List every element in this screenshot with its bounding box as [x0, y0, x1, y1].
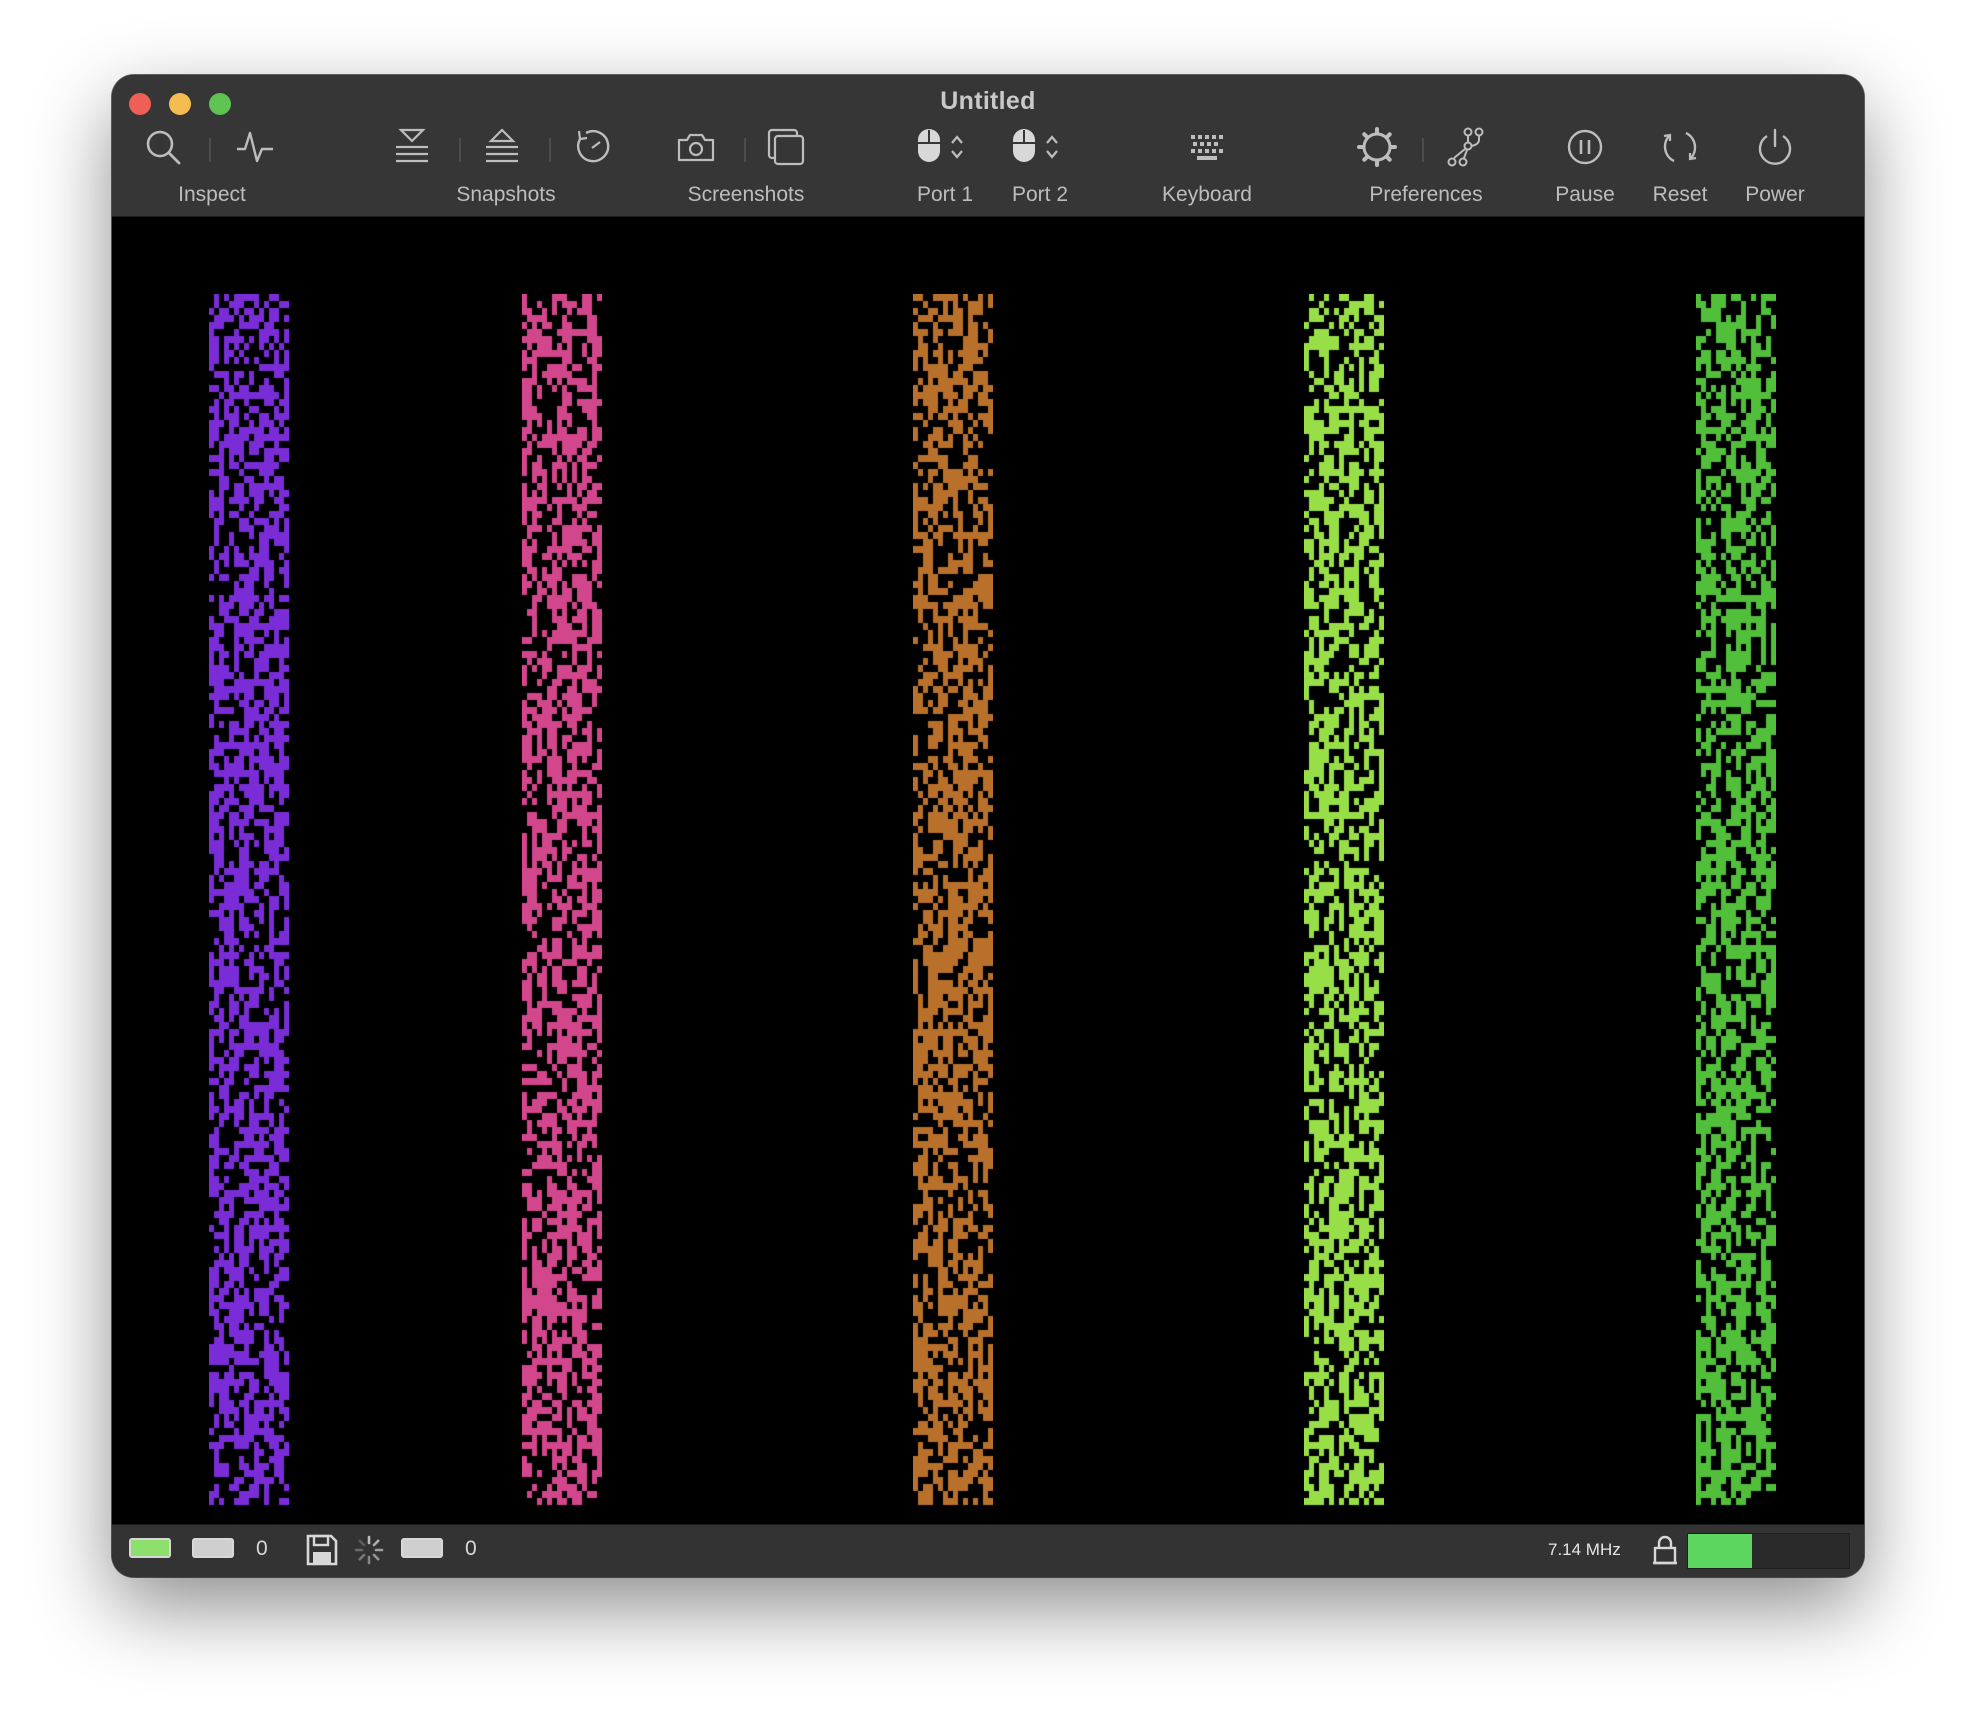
camera-icon: [677, 133, 715, 162]
power-icon: [1758, 128, 1792, 165]
toolbar-separator: [744, 138, 746, 162]
inspect-search-button[interactable]: [141, 125, 185, 169]
port2-selector[interactable]: [1000, 125, 1064, 169]
keyboard-button[interactable]: [1185, 125, 1229, 169]
drive1-activity-led[interactable]: [129, 1538, 171, 1558]
toolbar-separator: [1422, 138, 1424, 162]
clock-speed[interactable]: 7.14 MHz: [1548, 1540, 1621, 1560]
gear-icon: [1357, 127, 1397, 167]
reset-label: Reset: [1652, 183, 1708, 206]
toolbar-separator: [459, 138, 461, 162]
pause-label: Pause: [1555, 183, 1615, 206]
performance-meter-fill: [1688, 1534, 1753, 1568]
chevron-updown-icon: [951, 135, 963, 159]
power-button[interactable]: [1753, 125, 1797, 169]
gallery-icon: [767, 128, 805, 166]
drive2-status-led[interactable]: [401, 1538, 443, 1558]
toolbar-separator: [549, 138, 551, 162]
history-clock-icon: [577, 130, 610, 163]
lock-icon: [1653, 1535, 1677, 1565]
snapshot-save-icon: [396, 128, 428, 163]
inspect-label: Inspect: [178, 183, 246, 206]
speed-lock-toggle[interactable]: [1651, 1534, 1679, 1571]
mouse-icon: [1013, 129, 1035, 162]
floppy-save-button[interactable]: [305, 1533, 339, 1572]
toolbar-separator: [209, 138, 211, 162]
drive2-counter: 0: [465, 1537, 477, 1560]
search-icon: [146, 130, 181, 165]
mouse-icon: [918, 129, 940, 162]
spinner-indicator: [353, 1534, 385, 1571]
color-stripe: [1304, 294, 1384, 1509]
status-bar: 0 0 7.14 MHz: [112, 1524, 1864, 1577]
screenshot-browser-button[interactable]: [764, 125, 808, 169]
keyboard-icon: [1191, 135, 1223, 160]
pause-circle-icon: [1567, 129, 1603, 165]
port1-selector[interactable]: [905, 125, 969, 169]
emulator-window: Untitled Inspect Snapshots Screenshots P…: [112, 75, 1864, 1577]
preferences-button[interactable]: [1355, 125, 1399, 169]
titlebar: Untitled Inspect Snapshots Screenshots P…: [112, 75, 1864, 217]
snapshot-restore-icon: [486, 128, 518, 163]
reset-icon: [1663, 131, 1697, 163]
preferences-label: Preferences: [1369, 183, 1483, 206]
pause-button[interactable]: [1563, 125, 1607, 169]
drive1-counter: 0: [256, 1537, 268, 1560]
chevron-updown-icon: [1046, 135, 1058, 159]
take-snapshot-button[interactable]: [390, 125, 434, 169]
snapshots-label: Snapshots: [456, 183, 556, 206]
power-label: Power: [1745, 183, 1805, 206]
performance-meter[interactable]: [1687, 1533, 1850, 1569]
activity-icon: [237, 131, 273, 163]
restore-snapshot-button[interactable]: [480, 125, 524, 169]
configuration-button[interactable]: [1444, 125, 1488, 169]
take-screenshot-button[interactable]: [674, 125, 718, 169]
port2-label: Port 2: [1011, 183, 1069, 206]
keyboard-label: Keyboard: [1162, 183, 1252, 206]
color-stripe: [209, 294, 289, 1509]
snapshot-history-button[interactable]: [570, 125, 614, 169]
color-stripe: [1696, 294, 1776, 1509]
floppy-disk-icon: [306, 1534, 338, 1566]
color-stripe: [522, 294, 602, 1509]
branch-icon: [1447, 127, 1484, 167]
color-stripe: [913, 294, 993, 1509]
emulator-screen[interactable]: [112, 217, 1864, 1525]
reset-button[interactable]: [1658, 125, 1702, 169]
spinner-icon: [354, 1535, 384, 1565]
inspect-monitor-button[interactable]: [233, 125, 277, 169]
drive1-status-led[interactable]: [192, 1538, 234, 1558]
port1-label: Port 1: [916, 183, 974, 206]
screenshots-label: Screenshots: [687, 183, 805, 206]
window-title: Untitled: [940, 87, 1036, 115]
